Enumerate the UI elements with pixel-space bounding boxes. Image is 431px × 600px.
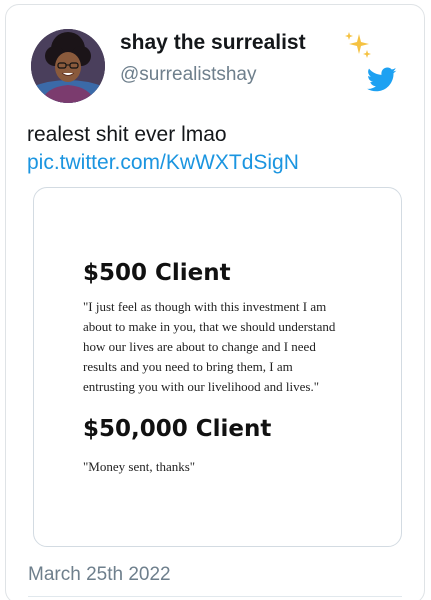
divider [28,596,402,597]
avatar[interactable] [31,29,105,103]
tweet-text: realest shit ever lmao [27,123,227,146]
quote-50000-client: "Money sent, thanks" [83,459,196,474]
tweet-media[interactable]: $500 Client "I just feel as though with … [33,187,402,547]
tweet-link[interactable]: pic.twitter.com/KwWXTdSigN [27,151,299,175]
tweet-date[interactable]: March 25th 2022 [28,564,171,586]
quote-500-client: "I just feel as though with this investm… [83,299,336,394]
twitter-bird-icon[interactable] [367,67,397,93]
avatar-image [31,29,105,103]
heading-500-client: $500 Client [83,260,231,286]
sparkles-icon [345,32,371,58]
display-name[interactable]: shay the surrealist [120,31,306,55]
user-handle[interactable]: @surrealistshay [120,64,257,86]
heading-50000-client: $50,000 Client [83,416,272,442]
